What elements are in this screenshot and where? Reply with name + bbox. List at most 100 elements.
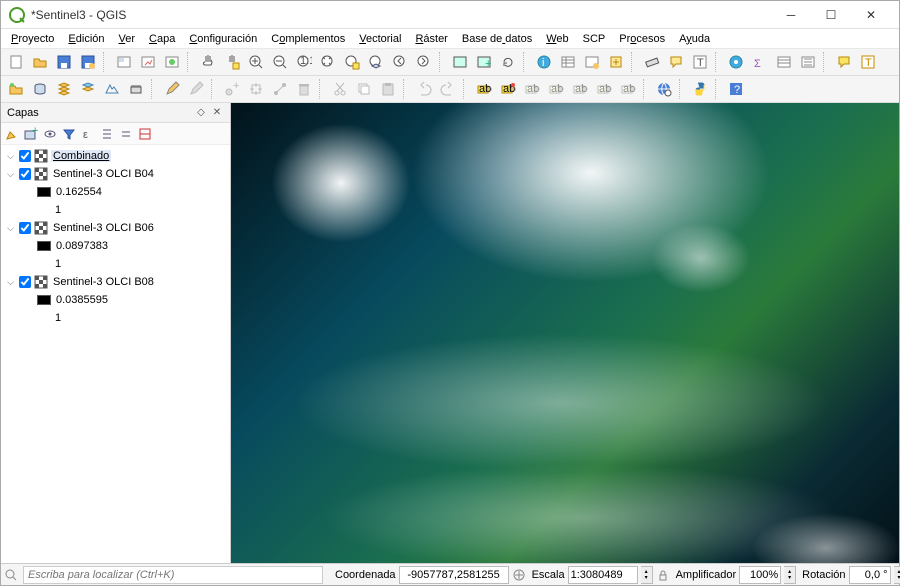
sigma-button[interactable]: Σ — [749, 51, 771, 73]
scale-spinner[interactable]: ▴▾ — [641, 566, 653, 584]
layer-tree-row[interactable]: ⌵Sentinel-3 OLCI B04 — [1, 165, 230, 183]
help-tip-button[interactable] — [833, 51, 855, 73]
layout-manager-button[interactable] — [137, 51, 159, 73]
panel-close-button[interactable]: ✕ — [210, 106, 224, 120]
locator-input[interactable] — [23, 566, 323, 584]
magnifier-spinner[interactable]: ▴▾ — [784, 566, 796, 584]
zoom-full-button[interactable] — [317, 51, 339, 73]
expander-icon[interactable]: ⌵ — [5, 277, 16, 288]
new-bookmark-button[interactable]: + — [473, 51, 495, 73]
label-tool-5[interactable]: abc — [569, 78, 591, 100]
identify-button[interactable]: i — [533, 51, 555, 73]
measure-button[interactable] — [641, 51, 663, 73]
layer-tree-row[interactable]: 1 — [1, 255, 230, 273]
copy-button[interactable] — [353, 78, 375, 100]
filter-expression-button[interactable]: ε — [79, 125, 97, 143]
menu-base-de-datos[interactable]: Base de datos — [456, 31, 538, 47]
new-layout-button[interactable] — [113, 51, 135, 73]
undo-button[interactable] — [413, 78, 435, 100]
python-console-button[interactable] — [689, 78, 711, 100]
layer-tree-row[interactable]: ⌵Sentinel-3 OLCI B06 — [1, 219, 230, 237]
coordinate-input[interactable] — [399, 566, 509, 584]
manage-visibility-button[interactable] — [41, 125, 59, 143]
attribute-table-button[interactable] — [557, 51, 579, 73]
redo-button[interactable] — [437, 78, 459, 100]
menu-vectorial[interactable]: Vectorial — [353, 31, 407, 47]
menu-procesos[interactable]: Procesos — [613, 31, 671, 47]
layer-tree-row[interactable]: 1 — [1, 201, 230, 219]
expander-icon[interactable]: ⌵ — [5, 223, 16, 234]
panel-float-button[interactable]: ◇ — [194, 106, 208, 120]
layer-visibility-checkbox[interactable] — [19, 150, 31, 162]
menu-complementos[interactable]: Complementos — [265, 31, 351, 47]
processing-options-button[interactable] — [797, 51, 819, 73]
label-tool-3[interactable]: abc — [521, 78, 543, 100]
menu-capa[interactable]: Capa — [143, 31, 181, 47]
locator-box[interactable] — [23, 566, 323, 584]
cut-button[interactable] — [329, 78, 351, 100]
move-feature-button[interactable] — [245, 78, 267, 100]
rotation-input[interactable] — [849, 566, 891, 584]
label-tool-1[interactable]: abc — [473, 78, 495, 100]
magnifier-input[interactable] — [739, 566, 781, 584]
help-button[interactable]: ? — [725, 78, 747, 100]
processing-history-button[interactable] — [773, 51, 795, 73]
save-project-button[interactable] — [53, 51, 75, 73]
remove-layer-button[interactable] — [136, 125, 154, 143]
new-memory-button[interactable] — [125, 78, 147, 100]
rotation-spinner[interactable]: ▴▾ — [894, 566, 900, 584]
save-as-button[interactable] — [77, 51, 99, 73]
menu-ayuda[interactable]: Ayuda — [673, 31, 716, 47]
label-tool-7[interactable]: abc — [617, 78, 639, 100]
statistics-button[interactable] — [605, 51, 627, 73]
menu-proyecto[interactable]: Proyecto — [5, 31, 60, 47]
style-manager-button[interactable] — [161, 51, 183, 73]
filter-legend-button[interactable] — [60, 125, 78, 143]
new-geopackage-button[interactable] — [29, 78, 51, 100]
layers-tree[interactable]: ⌵Combinado⌵Sentinel-3 OLCI B040.1625541⌵… — [1, 145, 230, 563]
layer-tree-row[interactable]: 0.0897383 — [1, 237, 230, 255]
delete-selected-button[interactable] — [293, 78, 315, 100]
layer-styling-button[interactable] — [3, 125, 21, 143]
layer-tree-row[interactable]: ⌵Sentinel-3 OLCI B08 — [1, 273, 230, 291]
zoom-out-button[interactable] — [269, 51, 291, 73]
zoom-native-button[interactable]: 1:1 — [293, 51, 315, 73]
menu-scp[interactable]: SCP — [577, 31, 612, 47]
text-annotation-button[interactable]: T — [689, 51, 711, 73]
collapse-all-button[interactable] — [117, 125, 135, 143]
toggle-extents-icon[interactable] — [512, 568, 526, 582]
new-spatialite-button[interactable] — [77, 78, 99, 100]
menu-configuración[interactable]: Configuración — [183, 31, 263, 47]
menu-ráster[interactable]: Ráster — [409, 31, 453, 47]
map-tips-button[interactable] — [665, 51, 687, 73]
zoom-selection-button[interactable] — [341, 51, 363, 73]
toggle-editing-button[interactable] — [161, 78, 183, 100]
label-tool-2[interactable]: abc — [497, 78, 519, 100]
pan-to-selection-button[interactable] — [221, 51, 243, 73]
minimize-button[interactable]: ─ — [771, 1, 811, 29]
menu-edición[interactable]: Edición — [62, 31, 110, 47]
layer-visibility-checkbox[interactable] — [19, 222, 31, 234]
save-edits-button[interactable] — [185, 78, 207, 100]
menu-web[interactable]: Web — [540, 31, 574, 47]
open-datasource-button[interactable] — [5, 78, 27, 100]
close-button[interactable]: ✕ — [851, 1, 891, 29]
new-map-view-button[interactable] — [449, 51, 471, 73]
label-tool-6[interactable]: abc — [593, 78, 615, 100]
add-feature-button[interactable]: + — [221, 78, 243, 100]
layer-visibility-checkbox[interactable] — [19, 168, 31, 180]
zoom-layer-button[interactable] — [365, 51, 387, 73]
zoom-in-button[interactable] — [245, 51, 267, 73]
zoom-last-button[interactable] — [389, 51, 411, 73]
new-virtual-button[interactable] — [101, 78, 123, 100]
new-shapefile-button[interactable] — [53, 78, 75, 100]
maximize-button[interactable]: ☐ — [811, 1, 851, 29]
layer-tree-row[interactable]: 1 — [1, 309, 230, 327]
toolbox-button[interactable] — [725, 51, 747, 73]
new-project-button[interactable] — [5, 51, 27, 73]
layer-tree-row[interactable]: 0.162554 — [1, 183, 230, 201]
layer-tree-row[interactable]: 0.0385595 — [1, 291, 230, 309]
layer-tree-row[interactable]: ⌵Combinado — [1, 147, 230, 165]
zoom-next-button[interactable] — [413, 51, 435, 73]
label-tool-4[interactable]: abc — [545, 78, 567, 100]
